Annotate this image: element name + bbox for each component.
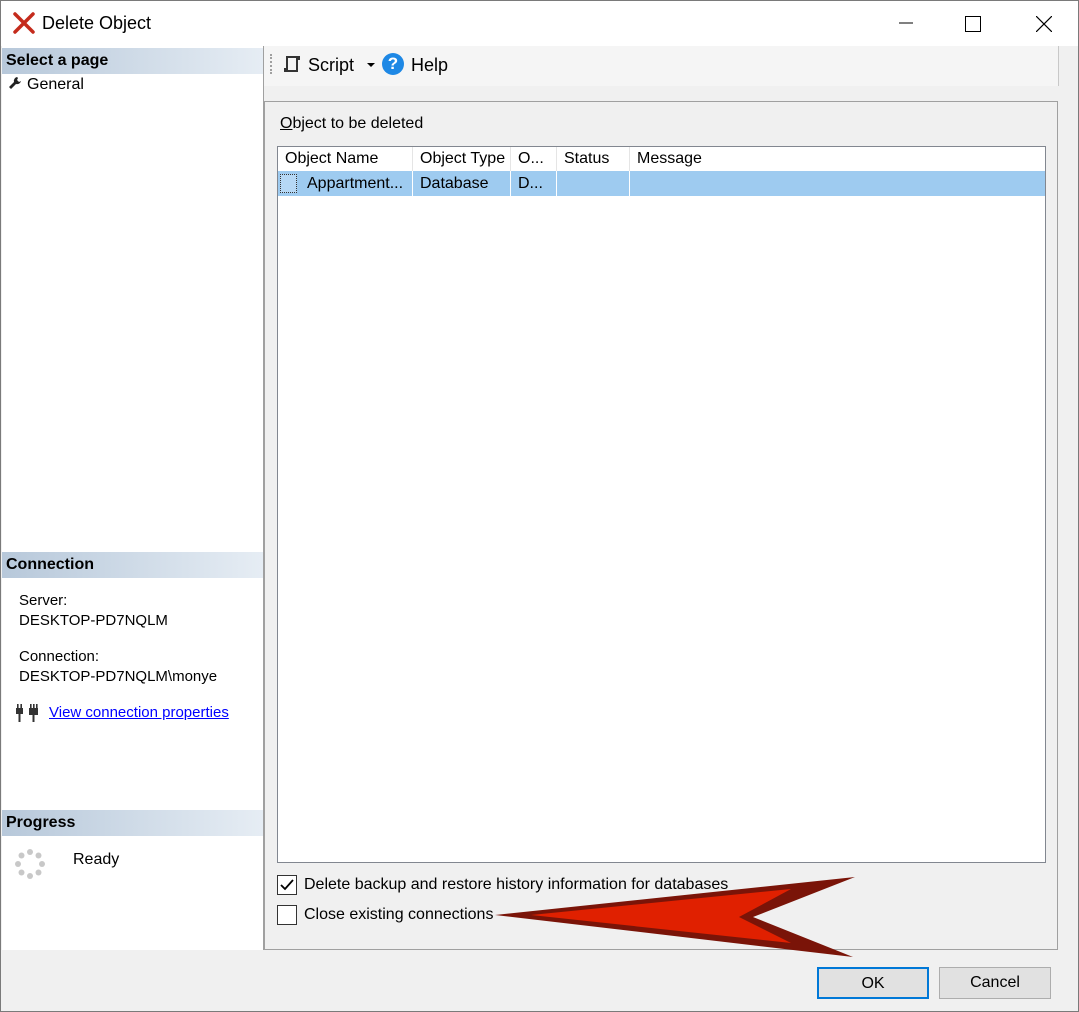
cell-status: [557, 171, 630, 196]
dropdown-arrow-icon: [367, 63, 375, 67]
maximize-icon: [965, 16, 981, 32]
row-selector[interactable]: [280, 174, 297, 193]
script-icon: [284, 56, 300, 72]
maximize-button[interactable]: [949, 1, 995, 46]
window-title: Delete Object: [42, 13, 152, 33]
server-value: DESKTOP-PD7NQLM: [19, 612, 168, 629]
delete-backup-history-checkbox[interactable]: [277, 875, 297, 895]
column-header-status[interactable]: Status: [557, 147, 630, 171]
connection-label: Connection:: [19, 648, 100, 665]
minimize-button[interactable]: [883, 1, 929, 46]
column-header-object-type[interactable]: Object Type: [413, 147, 511, 171]
objects-to-delete-label-rest: bject to be deleted: [292, 115, 424, 132]
left-pane: Select a page General Connection Server:…: [2, 46, 264, 950]
server-label: Server:: [19, 592, 68, 609]
table-row[interactable]: Appartment... Database D...: [278, 171, 1045, 196]
toolbar: Script ? Help: [264, 46, 1059, 86]
accelerator-letter: O: [280, 115, 293, 132]
progress-spinner-icon: [15, 849, 45, 879]
select-page-header: Select a page: [2, 48, 263, 74]
cell-message: [630, 171, 1045, 196]
connection-value: DESKTOP-PD7NQLM\monye: [19, 668, 218, 685]
title-bar: Delete Object: [1, 1, 1078, 46]
close-connections-checkbox[interactable]: [277, 905, 297, 925]
close-connections-label: Close existing connections: [304, 906, 494, 923]
delete-x-icon: [13, 12, 35, 34]
close-icon: [1036, 16, 1052, 32]
column-header-message[interactable]: Message: [630, 147, 1045, 171]
checkmark-icon: [280, 879, 294, 891]
objects-grid[interactable]: Object Name Object Type O... Status Mess…: [277, 146, 1046, 863]
help-label: Help: [411, 55, 449, 75]
cell-object-type: Database: [413, 171, 511, 196]
cell-owner: D...: [511, 171, 557, 196]
annotation-arrow: [495, 877, 855, 957]
minimize-icon: [899, 22, 913, 24]
cell-object-name: Appartment...: [300, 171, 413, 196]
objects-to-delete-label: Object to be deleted: [280, 115, 423, 133]
script-dropdown-button[interactable]: [366, 51, 380, 79]
wrench-icon: [9, 77, 21, 89]
script-label: Script: [308, 55, 355, 75]
delete-object-dialog: Delete Object Select a page General Conn…: [0, 0, 1079, 1012]
cancel-button[interactable]: Cancel: [939, 967, 1051, 999]
connection-plug-icon: [16, 704, 38, 722]
view-connection-properties-link[interactable]: View connection properties: [49, 704, 229, 721]
progress-status: Ready: [73, 851, 120, 868]
ok-button[interactable]: OK: [817, 967, 929, 999]
progress-header: Progress: [2, 810, 263, 836]
column-header-owner[interactable]: O...: [511, 147, 557, 171]
column-header-object-name[interactable]: Object Name: [278, 147, 413, 171]
connection-header: Connection: [2, 552, 263, 578]
grid-header: Object Name Object Type O... Status Mess…: [278, 147, 1045, 171]
toolbar-grip: [270, 54, 274, 74]
page-item-label: General: [27, 76, 84, 93]
help-icon: ?: [382, 53, 404, 75]
close-button[interactable]: [1020, 1, 1066, 46]
